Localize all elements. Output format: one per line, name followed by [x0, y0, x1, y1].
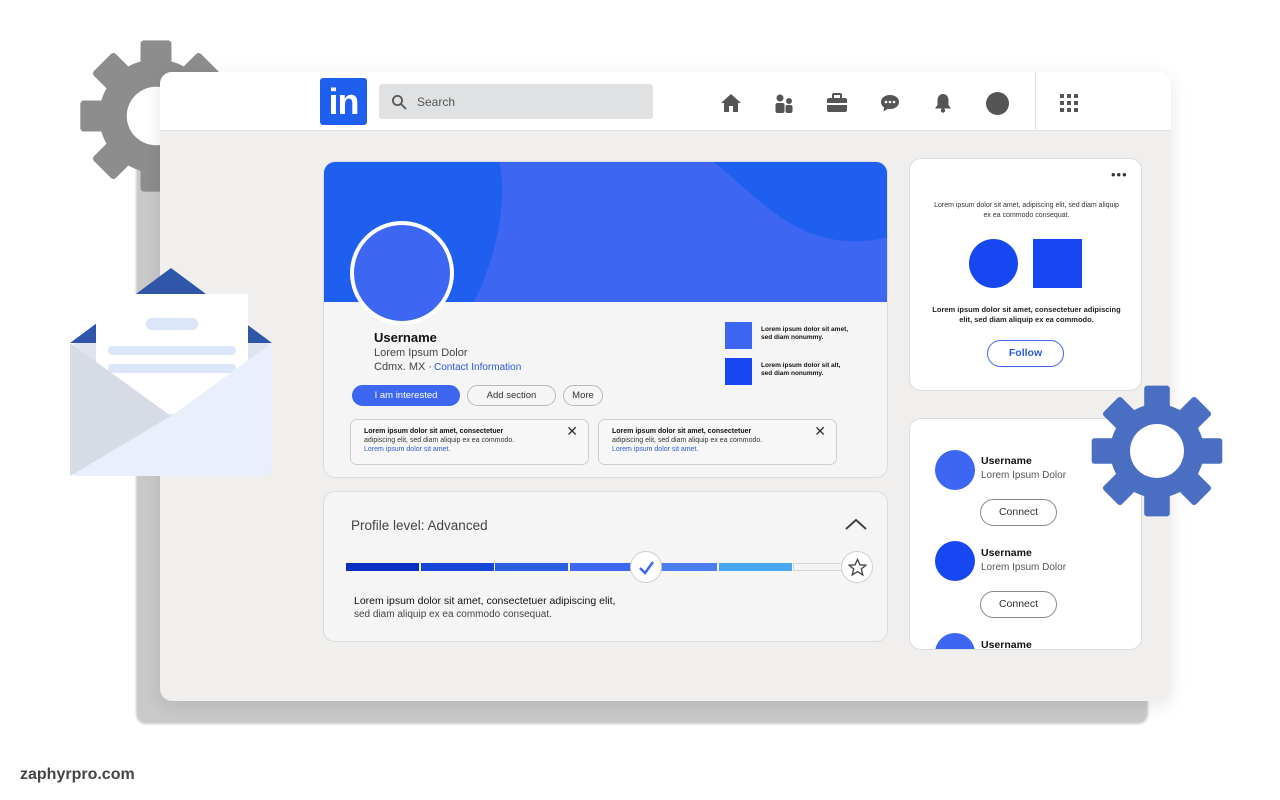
side-item-thumbnail	[725, 358, 752, 385]
contact-information-link[interactable]: Contact Information	[434, 362, 521, 373]
search-input[interactable]	[417, 84, 637, 119]
jobs-icon[interactable]	[826, 92, 848, 114]
progress-segment	[718, 563, 792, 571]
profile-level-card: Profile level: Advanced Lorem ipsum dolo…	[323, 491, 888, 642]
notice-line: adipiscing elit, sed diam aliquip ex ea …	[612, 437, 763, 444]
progress-segment	[346, 563, 419, 571]
notice-link[interactable]: Lorem ipsum dolor sit amet.	[364, 446, 450, 453]
check-icon	[639, 561, 655, 575]
profile-level-description: sed diam aliquip ex ea commodo consequat…	[354, 609, 552, 620]
notice-line: Lorem ipsum dolor sit amet, consectetuer	[612, 428, 752, 435]
notifications-icon[interactable]	[932, 92, 954, 114]
add-section-button[interactable]: Add section	[467, 385, 556, 406]
network-icon[interactable]	[773, 92, 795, 114]
profile-card: Username Lorem Ipsum Dolor Cdmx. MX · Co…	[323, 161, 888, 478]
nav-divider	[1035, 72, 1036, 131]
chevron-up-icon[interactable]	[844, 517, 868, 531]
connect-button[interactable]: Connect	[980, 591, 1057, 618]
watermark-text: zaphyrpro.com	[20, 766, 135, 783]
home-icon[interactable]	[720, 92, 742, 114]
apps-grid-icon[interactable]	[1059, 93, 1079, 113]
person-avatar[interactable]	[935, 450, 975, 490]
progress-checkpoint	[630, 551, 662, 583]
illustration-stage: in Search Username Lorem Ipsum Dolor Cdm…	[0, 0, 1280, 800]
person-subtitle: Lorem Ipsum Dolor	[981, 562, 1067, 573]
person-name[interactable]: Username	[981, 639, 1032, 649]
notice-card: Lorem ipsum dolor sit amet, consectetuer…	[350, 419, 589, 465]
profile-level-title: Profile level: Advanced	[351, 518, 488, 533]
profile-avatar[interactable]	[986, 92, 1009, 115]
connect-button[interactable]: Connect	[980, 499, 1057, 526]
notice-line: adipiscing elit, sed diam aliquip ex ea …	[364, 437, 515, 444]
close-icon[interactable]: ✕	[814, 423, 826, 440]
progress-goal	[841, 551, 873, 583]
more-button[interactable]: More	[563, 385, 603, 406]
messaging-icon[interactable]	[879, 92, 901, 114]
star-icon	[848, 558, 867, 577]
search-icon	[392, 95, 407, 110]
suggestion-square-image	[1033, 239, 1082, 288]
notice-line: Lorem ipsum dolor sit amet, consectetuer	[364, 428, 504, 435]
suggestion-card: ••• Lorem ipsum dolor sit amet, adipisci…	[909, 158, 1142, 391]
side-item-text: Lorem ipsum dolor sit amet, sed diam non…	[761, 326, 849, 341]
profile-username: Username	[374, 330, 437, 345]
top-navigation-bar: in	[160, 72, 1171, 131]
profile-location: Cdmx. MX ·	[374, 361, 433, 373]
browser-window: in Search Username Lorem Ipsum Dolor Cdm…	[160, 72, 1171, 701]
interested-button[interactable]: I am interested	[352, 385, 460, 406]
person-subtitle: Lorem Ipsum Dolor	[981, 470, 1067, 481]
close-icon[interactable]: ✕	[566, 423, 578, 440]
suggestion-circle-image	[969, 239, 1018, 288]
profile-avatar-large[interactable]	[350, 221, 454, 325]
notice-link[interactable]: Lorem ipsum dolor sit amet.	[612, 446, 698, 453]
suggestion-description: Lorem ipsum dolor sit amet, consectetuer…	[932, 305, 1121, 324]
person-avatar[interactable]	[935, 633, 975, 649]
more-options-icon[interactable]: •••	[1111, 167, 1128, 182]
side-item-thumbnail	[725, 322, 752, 349]
follow-button[interactable]: Follow	[987, 340, 1064, 367]
progress-segment	[495, 563, 568, 571]
suggestion-text: Lorem ipsum dolor sit amet, adipiscing e…	[934, 202, 1119, 219]
profile-subtitle: Lorem Ipsum Dolor	[374, 347, 468, 359]
profile-level-description: Lorem ipsum dolor sit amet, consectetuer…	[354, 595, 616, 607]
person-avatar[interactable]	[935, 541, 975, 581]
mail-envelope-icon	[70, 268, 272, 476]
person-name[interactable]: Username	[981, 455, 1032, 467]
gear-icon	[1091, 385, 1223, 517]
side-item-text: Lorem ipsum dolor sit alt, sed diam nonu…	[761, 362, 841, 377]
notice-card: Lorem ipsum dolor sit amet, consectetuer…	[598, 419, 837, 465]
person-name[interactable]: Username	[981, 547, 1032, 559]
progress-segment	[420, 563, 494, 571]
linkedin-logo[interactable]: in	[320, 78, 367, 125]
search-box[interactable]	[379, 84, 653, 119]
